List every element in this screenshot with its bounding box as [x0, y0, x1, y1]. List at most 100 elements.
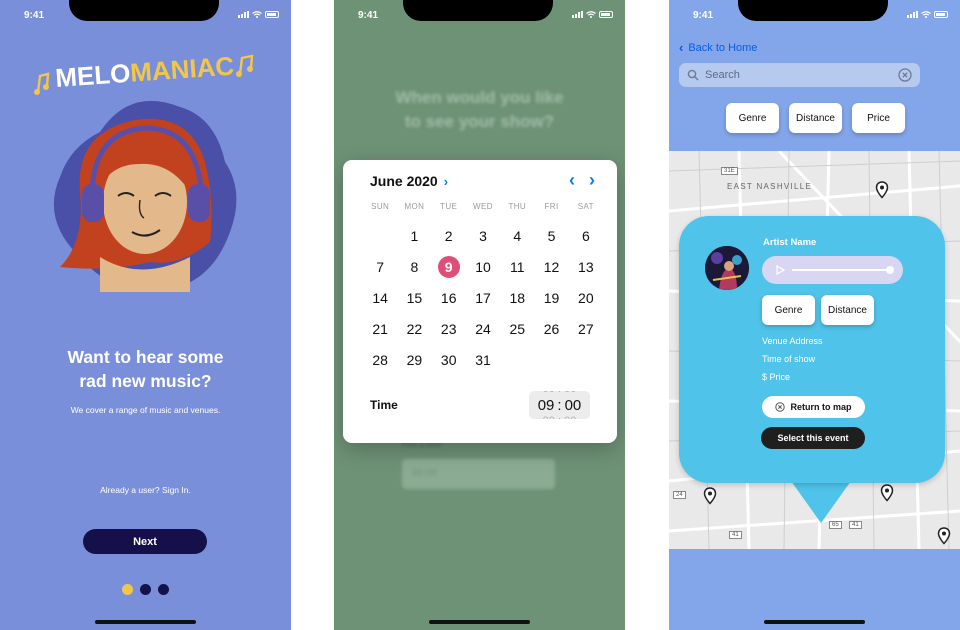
event-genre-chip[interactable]: Genre [762, 295, 815, 325]
search-placeholder: Search [705, 69, 740, 81]
day-cell[interactable]: 27 [569, 313, 603, 344]
day-cell[interactable]: 28 [363, 344, 397, 375]
day-cell[interactable]: 1 [397, 220, 431, 251]
time-input[interactable]: 00:00 [402, 459, 555, 489]
day-cell[interactable]: 15 [397, 282, 431, 313]
time-minute[interactable]: 00 [565, 397, 582, 414]
wifi-icon [921, 11, 931, 18]
day-cell[interactable]: 13 [569, 251, 603, 282]
month-selector[interactable]: June 2020 › [370, 173, 448, 189]
empty-day-cell [534, 344, 568, 375]
filter-distance-button[interactable]: Distance [789, 103, 842, 133]
day-cell[interactable]: 20 [569, 282, 603, 313]
day-cell[interactable]: 16 [432, 282, 466, 313]
day-number: 22 [406, 320, 423, 337]
day-cell[interactable]: 26 [534, 313, 568, 344]
day-number: 15 [406, 289, 423, 306]
map-pin-icon[interactable] [937, 527, 951, 545]
notch [403, 0, 553, 21]
route-shield: 24 [673, 491, 686, 499]
sign-in-link[interactable]: Already a user? Sign In. [0, 485, 291, 495]
ticket-price: $ Price [762, 372, 791, 382]
day-cell[interactable]: 31 [466, 344, 500, 375]
day-cell[interactable]: 5 [534, 220, 568, 251]
day-cell[interactable]: 22 [397, 313, 431, 344]
audio-scrubber[interactable] [886, 266, 894, 274]
venue-address: Venue Address [762, 336, 823, 346]
day-number: 19 [543, 289, 560, 306]
day-grid: 1 2 3 4 5 6 7 8 9 10 11 12 13 14 15 16 17 18 19 20 21 22 23 24 2… [363, 220, 603, 375]
day-cell[interactable]: 4 [500, 220, 534, 251]
page-dot-3[interactable] [158, 584, 169, 595]
day-number: 20 [578, 289, 594, 306]
day-cell[interactable]: 8 [397, 251, 431, 282]
day-cell[interactable]: 11 [500, 251, 534, 282]
day-cell[interactable]: 18 [500, 282, 534, 313]
day-cell[interactable]: 25 [500, 313, 534, 344]
day-cell[interactable]: 14 [363, 282, 397, 313]
map-pin-icon[interactable] [880, 484, 894, 502]
page-dot-2[interactable] [140, 584, 151, 595]
day-cell[interactable]: 6 [569, 220, 603, 251]
status-icons [238, 11, 279, 18]
status-icons [907, 11, 948, 18]
filter-price-button[interactable]: Price [852, 103, 905, 133]
chevron-left-icon: ‹ [679, 40, 684, 55]
play-icon[interactable] [776, 265, 785, 275]
notch [738, 0, 888, 21]
day-cell[interactable]: 30 [432, 344, 466, 375]
day-cell[interactable]: 21 [363, 313, 397, 344]
day-number: 4 [513, 227, 522, 244]
day-cell[interactable]: 23 [432, 313, 466, 344]
event-distance-chip[interactable]: Distance [821, 295, 874, 325]
audio-track [792, 269, 890, 271]
listener-illustration [53, 100, 237, 292]
search-bar[interactable]: Search [679, 63, 920, 87]
signal-icon [907, 11, 918, 18]
page-dot-1[interactable] [122, 584, 133, 595]
day-number: 27 [578, 320, 594, 337]
home-indicator [95, 620, 196, 624]
return-to-map-button[interactable]: Return to map [762, 396, 865, 418]
day-cell[interactable]: 9 [432, 251, 466, 282]
clear-search-icon[interactable] [898, 68, 912, 82]
time-wheel[interactable]: 09 : 00 [529, 391, 590, 419]
day-cell[interactable]: 12 [534, 251, 568, 282]
day-number: 24 [475, 320, 491, 337]
filter-bar: Genre Distance Price [726, 103, 905, 133]
day-cell[interactable]: 10 [466, 251, 500, 282]
day-cell[interactable]: 3 [466, 220, 500, 251]
map-pin-icon[interactable] [875, 181, 889, 199]
return-label: Return to map [790, 402, 852, 412]
day-cell[interactable]: 19 [534, 282, 568, 313]
day-cell[interactable]: 29 [397, 344, 431, 375]
back-button[interactable]: ‹ Back to Home [679, 40, 757, 55]
artist-name: Artist Name [763, 237, 817, 248]
day-cell[interactable]: 24 [466, 313, 500, 344]
empty-day-cell [569, 344, 603, 375]
day-number: 25 [509, 320, 526, 337]
next-button[interactable]: Next [83, 529, 207, 554]
next-month-icon[interactable]: › [589, 170, 595, 190]
time-hour[interactable]: 09 [538, 397, 555, 414]
select-event-button[interactable]: Select this event [761, 427, 865, 449]
weekday-label: TUE [440, 202, 458, 211]
weekday-label: THU [508, 202, 527, 211]
status-time: 9:41 [693, 10, 714, 21]
status-time: 9:41 [24, 10, 45, 21]
search-icon [687, 69, 699, 81]
day-cell[interactable]: 17 [466, 282, 500, 313]
weekday-label: MON [404, 202, 425, 211]
day-cell[interactable]: 2 [432, 220, 466, 251]
filter-genre-button[interactable]: Genre [726, 103, 779, 133]
event-card: Artist Name Genre Distance Venue Address… [679, 216, 945, 483]
day-number: 6 [581, 227, 590, 244]
wifi-icon [252, 11, 262, 18]
day-number: 1 [410, 227, 419, 244]
prev-month-icon[interactable]: ‹ [569, 170, 575, 190]
map-pin-icon[interactable] [703, 487, 717, 505]
day-cell[interactable]: 7 [363, 251, 397, 282]
day-number: 26 [543, 320, 560, 337]
audio-player[interactable] [762, 256, 903, 284]
wifi-icon [586, 11, 596, 18]
